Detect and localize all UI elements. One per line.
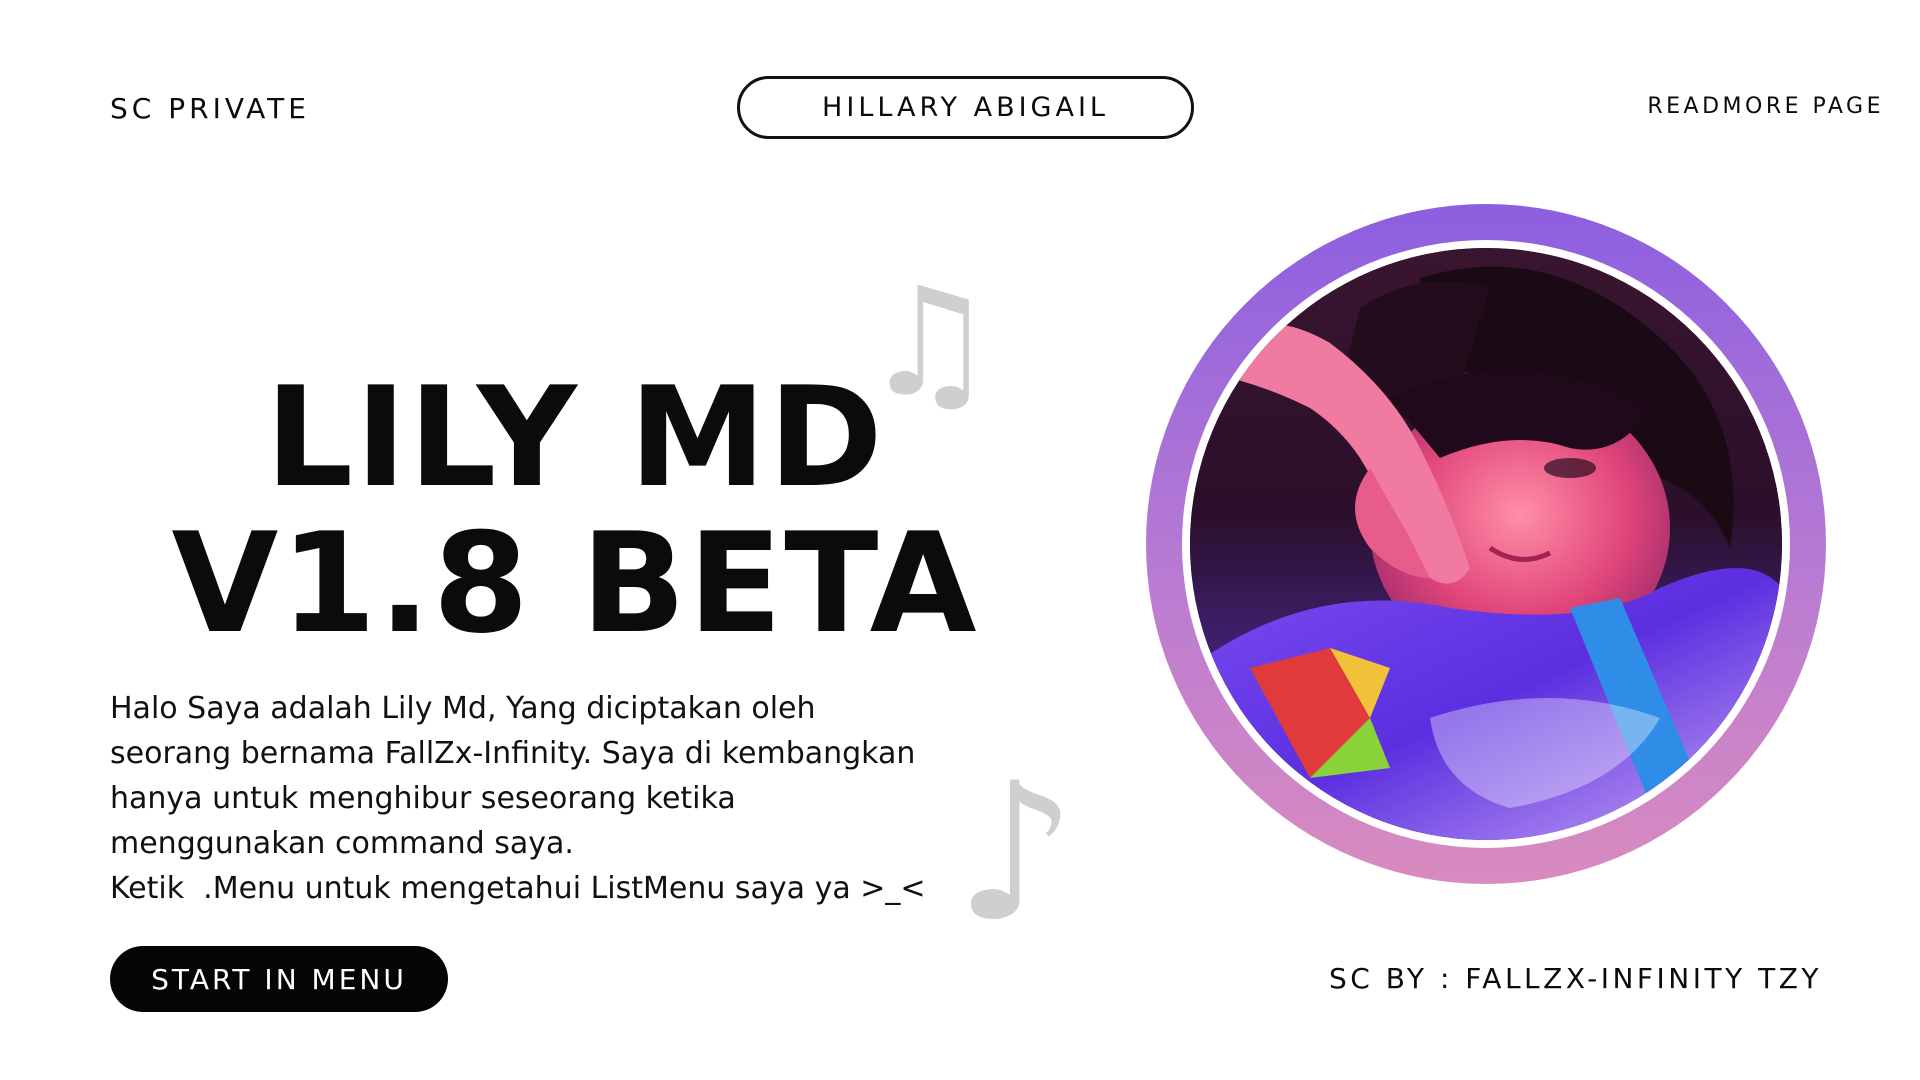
description-line: Halo Saya adalah Lily Md, Yang diciptaka… [110, 691, 816, 726]
hero-title-line1: LILY MD [265, 357, 885, 518]
description-line: hanya untuk menghibur seseorang ketika [110, 781, 736, 816]
intro-description: Halo Saya adalah Lily Md, Yang diciptaka… [110, 686, 990, 911]
avatar-photo [1190, 248, 1782, 840]
description-line: seorang bernama FallZx-Infinity. Saya di… [110, 736, 916, 771]
avatar-ring [1146, 204, 1826, 884]
avatar-frame [1182, 240, 1790, 848]
sc-private-label: SC PRIVATE [110, 92, 310, 125]
description-line: Ketik .Menu untuk mengetahui ListMenu sa… [110, 871, 926, 906]
hero-title: LILY MD V1.8 BETA [110, 365, 1040, 657]
description-line: menggunakan command saya. [110, 826, 574, 861]
profile-name-pill[interactable]: HILLARY ABIGAIL [737, 76, 1194, 139]
eighth-note-icon: ♪ [955, 742, 1077, 963]
start-in-menu-button[interactable]: START IN MENU [110, 946, 448, 1012]
avatar-portrait-image [1190, 248, 1782, 840]
profile-name-label: HILLARY ABIGAIL [822, 92, 1109, 123]
hero-title-line2: V1.8 BETA [171, 503, 979, 664]
script-credit: SC BY : FALLZX-INFINITY TZY [1329, 962, 1822, 995]
readmore-page-link[interactable]: READMORE PAGE [1647, 94, 1884, 119]
start-button-label: START IN MENU [151, 962, 407, 996]
